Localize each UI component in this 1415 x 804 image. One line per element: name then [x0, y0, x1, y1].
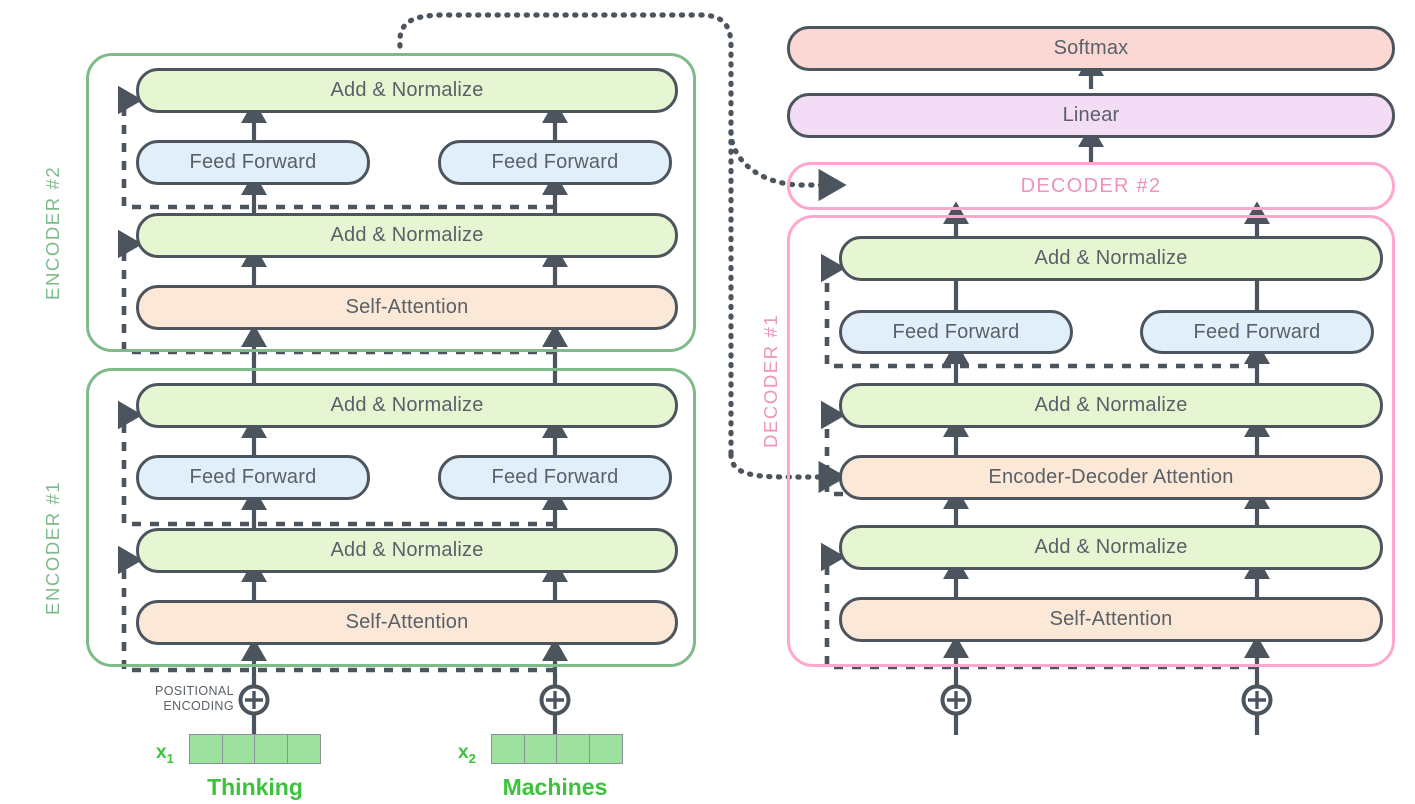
- dec1-encoder-decoder-attention[interactable]: Encoder-Decoder Attention: [839, 455, 1383, 500]
- embedding-cell: [557, 735, 590, 763]
- dec1-self-attention[interactable]: Self-Attention: [839, 597, 1383, 642]
- softmax-block[interactable]: Softmax: [787, 26, 1395, 71]
- enc1-add-normalize-top[interactable]: Add & Normalize: [136, 383, 678, 428]
- enc2-feed-forward-left[interactable]: Feed Forward: [136, 140, 370, 185]
- encoder-2-label: ENCODER #2: [42, 165, 63, 300]
- x2-letter: x: [458, 742, 469, 763]
- embedding-cell: [492, 735, 525, 763]
- input-token-label-x2: x2: [458, 742, 476, 766]
- x1-letter: x: [156, 742, 167, 763]
- enc2-feed-forward-right[interactable]: Feed Forward: [438, 140, 672, 185]
- positional-encoding-line-1: POSITIONAL: [154, 684, 234, 698]
- transformer-architecture-diagram: ENCODER #2 ENCODER #1 Add & Normalize Fe…: [0, 0, 1415, 804]
- embedding-vector-x1: [189, 734, 321, 764]
- dec1-feed-forward-left[interactable]: Feed Forward: [839, 310, 1073, 354]
- enc1-feed-forward-right[interactable]: Feed Forward: [438, 455, 672, 500]
- enc2-self-attention[interactable]: Self-Attention: [136, 285, 678, 330]
- input-token-label-x1: x1: [156, 742, 174, 766]
- input-word-machines: Machines: [502, 774, 608, 800]
- x2-index: 2: [468, 750, 476, 766]
- positional-encoding-label: POSITIONAL ENCODING: [134, 684, 234, 714]
- decoder-1-label: DECODER #1: [760, 313, 781, 448]
- enc2-add-normalize-bottom[interactable]: Add & Normalize: [136, 213, 678, 258]
- enc1-add-normalize-bottom[interactable]: Add & Normalize: [136, 528, 678, 573]
- embedding-vector-x2: [491, 734, 623, 764]
- input-word-thinking: Thinking: [207, 774, 303, 800]
- enc2-add-normalize-top[interactable]: Add & Normalize: [136, 68, 678, 113]
- encoder-1-label: ENCODER #1: [42, 480, 63, 615]
- decoder-2-label: DECODER #2: [1020, 175, 1162, 197]
- embedding-cell: [222, 735, 255, 763]
- dec1-add-normalize-bottom[interactable]: Add & Normalize: [839, 525, 1383, 570]
- dec1-add-normalize-mid[interactable]: Add & Normalize: [839, 383, 1383, 428]
- embedding-cell: [255, 735, 288, 763]
- embedding-cell: [190, 735, 223, 763]
- embedding-cell: [287, 735, 320, 763]
- enc1-feed-forward-left[interactable]: Feed Forward: [136, 455, 370, 500]
- positional-encoding-line-2: ENCODING: [163, 699, 234, 713]
- enc1-self-attention[interactable]: Self-Attention: [136, 600, 678, 645]
- linear-block[interactable]: Linear: [787, 93, 1395, 138]
- embedding-cell: [524, 735, 557, 763]
- dec1-add-normalize-top[interactable]: Add & Normalize: [839, 236, 1383, 281]
- x1-index: 1: [166, 750, 174, 766]
- embedding-cell: [589, 735, 622, 763]
- dec1-feed-forward-right[interactable]: Feed Forward: [1140, 310, 1374, 354]
